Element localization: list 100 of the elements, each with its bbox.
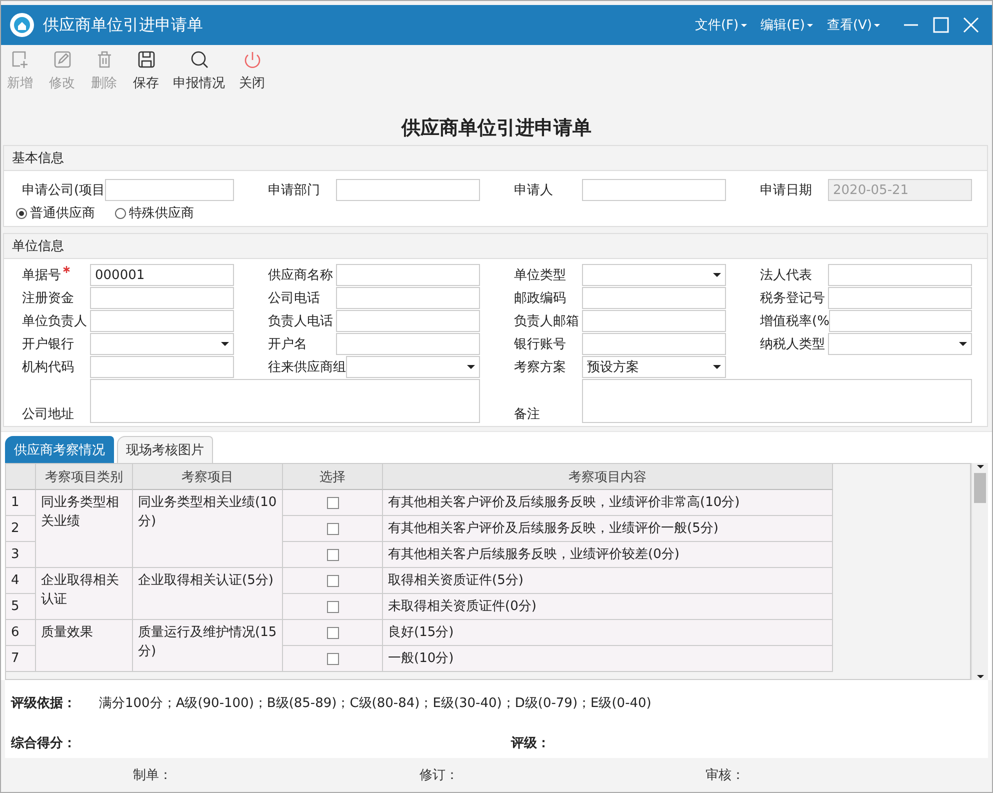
section-header: 基本信息 [4, 146, 987, 171]
field-label: 考察方案 [514, 359, 567, 376]
input-field[interactable] [828, 264, 972, 286]
tab[interactable]: 供应商考察情况 [5, 436, 114, 463]
dropdown-caret-icon [740, 24, 747, 26]
input-field[interactable] [582, 179, 726, 201]
radio-label: 特殊供应商 [129, 205, 194, 222]
field-label: 单位负责人 [22, 313, 88, 330]
radio-option[interactable]: 普通供应商 [16, 204, 95, 222]
field-label: 法人代表 [760, 267, 813, 284]
input-field[interactable] [90, 287, 234, 309]
tab[interactable]: 现场考核图片 [117, 436, 213, 463]
table-cell: 有其他相关客户评价及后续服务反映，业绩评价一般(5分) [383, 516, 833, 542]
field-label: 公司地址 [22, 406, 75, 423]
scroll-thumb[interactable] [974, 472, 986, 502]
add-icon [10, 49, 30, 70]
field-label: 负责人电话 [268, 313, 334, 330]
signature-label: 审核： [706, 767, 746, 784]
text-area[interactable] [90, 379, 480, 423]
dropdown-field[interactable] [346, 356, 480, 378]
input-field[interactable] [105, 179, 234, 201]
score-label: 综合得分： [11, 734, 77, 752]
edit-icon [52, 49, 72, 70]
radio-circle[interactable] [16, 208, 27, 218]
checkbox[interactable] [326, 496, 338, 508]
menu-item[interactable]: 查看(V) [826, 16, 880, 34]
input-field[interactable] [336, 333, 480, 355]
form-title: 供应商单位引进申请单 [400, 116, 592, 141]
input-field[interactable] [828, 287, 972, 309]
dropdown-caret-icon [713, 365, 721, 369]
table-cell: 质量运行及维护情况(15分) [133, 620, 283, 672]
text-area[interactable] [582, 379, 972, 423]
field-label: 税务登记号 [760, 290, 826, 307]
field-label: 开户银行 [22, 336, 75, 353]
section-header: 单位信息 [4, 234, 987, 259]
dropdown-caret-icon [806, 24, 813, 26]
dropdown-caret-icon [874, 24, 880, 26]
dropdown-field[interactable]: 预设方案 [582, 356, 726, 378]
checkbox[interactable] [326, 652, 338, 664]
menu-item[interactable]: 编辑(E) [760, 16, 813, 34]
dropdown-field[interactable] [828, 333, 972, 355]
window-title: 供应商单位引进申请单 [43, 14, 204, 36]
table-cell: 企业取得相关认证(5分) [133, 568, 283, 620]
dropdown-field[interactable] [582, 264, 726, 286]
field-label: 单位类型 [514, 267, 567, 284]
field-label: 公司电话 [268, 290, 321, 307]
input-field[interactable] [582, 287, 726, 309]
dropdown-caret-icon [959, 342, 967, 346]
row-number: 2 [6, 516, 36, 542]
toolbar-button[interactable]: 关闭 [233, 49, 271, 99]
field-label: 纳税人类型 [760, 336, 826, 353]
table-cell: 企业取得相关认证 [36, 568, 133, 620]
input-field[interactable] [336, 179, 480, 201]
input-field[interactable] [582, 310, 726, 332]
table-cell: 同业务类型相关业绩(10分) [133, 490, 283, 568]
field-label: 申请人 [514, 182, 554, 199]
maximize-icon [932, 16, 950, 34]
checkbox[interactable] [326, 522, 338, 534]
checkbox[interactable] [326, 548, 338, 560]
toolbar-button[interactable]: 申报情况 [169, 49, 229, 99]
input-field[interactable] [90, 310, 234, 332]
rating-basis-text: 满分100分；A级(90-100)；B级(85-89)；C级(80-84)；E级(30-40)；D级(0-79)；E级(0-40) [99, 695, 652, 712]
required-asterisk-icon [63, 266, 70, 273]
rating-basis-label: 评级依据： [11, 695, 77, 712]
toolbar-button[interactable]: 保存 [127, 49, 165, 99]
input-field[interactable] [336, 310, 480, 332]
input-field[interactable]: 000001 [90, 264, 234, 286]
dropdown-field[interactable] [90, 333, 234, 355]
dropdown-caret-icon [976, 674, 984, 678]
field-label: 增值税率(% [760, 313, 830, 330]
input-field[interactable] [90, 356, 234, 378]
row-number: 3 [6, 542, 36, 568]
field-label: 机构代码 [22, 359, 75, 376]
signature-label: 修订： [419, 767, 460, 784]
radio-option[interactable]: 特殊供应商 [115, 204, 194, 222]
checkbox[interactable] [326, 574, 338, 586]
column-header: 考察项目 [133, 464, 283, 490]
menu-item[interactable]: 文件(F) [694, 16, 747, 34]
table-cell: 良好(15分) [383, 620, 833, 646]
input-field[interactable] [582, 333, 726, 355]
close-icon [962, 16, 980, 34]
checkbox[interactable] [326, 626, 338, 638]
search-icon [188, 49, 210, 70]
radio-circle[interactable] [115, 208, 126, 218]
column-header: 选择 [283, 464, 383, 490]
field-label: 备注 [514, 406, 541, 423]
column-header: 考察项目类别 [36, 464, 133, 490]
radio-label: 普通供应商 [30, 204, 95, 222]
minimize-icon [904, 24, 918, 26]
input-field[interactable] [336, 287, 480, 309]
field-label: 申请公司(项目 [22, 182, 106, 199]
scrollbar[interactable] [971, 463, 988, 680]
app-logo-icon [9, 12, 35, 38]
column-header: 考察项目内容 [383, 464, 833, 490]
dropdown-caret-icon [713, 273, 721, 277]
input-field[interactable] [829, 310, 972, 332]
field-label: 负责人邮箱 [514, 313, 580, 330]
input-field[interactable] [336, 264, 480, 286]
checkbox[interactable] [326, 600, 338, 612]
signature-label: 制单： [133, 767, 173, 784]
